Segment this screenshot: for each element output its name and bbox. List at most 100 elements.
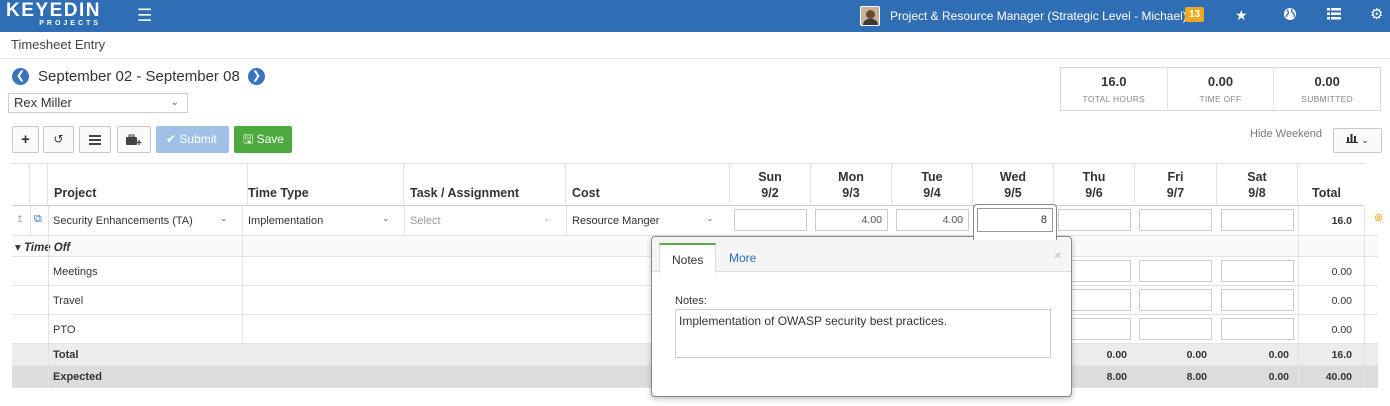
header-day-tue: Tue 9/4 bbox=[892, 163, 973, 206]
task-select[interactable]: Select bbox=[410, 215, 441, 227]
notes-popup: Notes More ✕ Notes: Implementation of OW… bbox=[651, 236, 1072, 397]
total-fri: 0.00 bbox=[1186, 349, 1207, 361]
header-cost[interactable]: Cost bbox=[566, 163, 730, 206]
chevron-down-icon: ⌄ bbox=[1361, 135, 1369, 145]
hours-input-sat[interactable] bbox=[1221, 209, 1294, 231]
hours-input-fri[interactable] bbox=[1139, 209, 1212, 231]
header-day-sun: Sun 9/2 bbox=[730, 163, 811, 206]
chevron-down-icon[interactable]: ⌄ bbox=[220, 213, 228, 224]
divider bbox=[242, 206, 243, 344]
header-project[interactable]: Project bbox=[48, 163, 248, 206]
day-date: 9/5 bbox=[1004, 186, 1022, 200]
divider bbox=[30, 206, 31, 236]
hours-input-sun[interactable] bbox=[734, 209, 807, 231]
chevron-down-icon: ⌄ bbox=[170, 97, 179, 108]
day-name: Fri bbox=[1167, 170, 1184, 184]
popup-tab-bar: Notes More ✕ bbox=[652, 237, 1071, 273]
header-total: Total bbox=[1298, 163, 1364, 206]
header-task[interactable]: Task / Assignment bbox=[404, 163, 566, 206]
tab-notes[interactable]: Notes bbox=[659, 243, 717, 273]
header-label: Project bbox=[54, 186, 97, 200]
expected-overall: 40.00 bbox=[1325, 371, 1352, 383]
undo-button[interactable]: ↺ bbox=[43, 126, 74, 153]
time-off-name: Travel bbox=[53, 295, 84, 307]
hours-input-fri[interactable] bbox=[1139, 318, 1212, 340]
total-sat: 0.00 bbox=[1268, 349, 1289, 361]
expected-fri: 8.00 bbox=[1186, 371, 1207, 383]
hours-input-sat[interactable] bbox=[1221, 289, 1294, 311]
save-icon: 🖫 bbox=[243, 132, 254, 146]
hours-input-fri[interactable] bbox=[1139, 260, 1212, 282]
day-date: 9/4 bbox=[923, 186, 941, 200]
summary-submitted: 0.00 SUBMITTED bbox=[1274, 68, 1380, 110]
hours-input-tue[interactable]: 4.00 bbox=[896, 209, 969, 231]
hours-input-wed[interactable]: 8 bbox=[977, 208, 1053, 232]
add-row-button[interactable]: + bbox=[12, 126, 39, 153]
day-name: Sat bbox=[1247, 170, 1267, 184]
avatar[interactable] bbox=[860, 6, 880, 26]
save-button[interactable]: 🖫 Save bbox=[234, 126, 292, 153]
divider bbox=[404, 206, 405, 236]
row-total: 16.0 bbox=[1331, 215, 1352, 227]
menu-icon[interactable]: ☰ bbox=[137, 7, 152, 24]
star-icon[interactable]: ★ bbox=[1235, 7, 1248, 23]
notes-label: Notes: bbox=[675, 295, 707, 307]
header-label: Cost bbox=[572, 186, 600, 200]
project-select[interactable]: Security Enhancements (TA) bbox=[53, 215, 193, 227]
summary-value: 0.00 bbox=[1207, 74, 1234, 89]
remove-row-icon[interactable]: ⊗ bbox=[1374, 211, 1383, 224]
timesheet-summary: 16.0 TOTAL HOURS 0.00 TIME OFF 0.00 SUBM… bbox=[1060, 67, 1381, 111]
day-date: 9/3 bbox=[842, 186, 860, 200]
person-select-value: Rex Miller bbox=[14, 95, 72, 110]
gear-icon[interactable]: ⚙ bbox=[1370, 7, 1383, 23]
cost-select[interactable]: Resource Manger bbox=[572, 215, 659, 227]
notes-textarea[interactable]: Implementation of OWASP security best pr… bbox=[675, 309, 1051, 358]
hours-input-sat[interactable] bbox=[1221, 318, 1294, 340]
summary-time-off: 0.00 TIME OFF bbox=[1168, 68, 1275, 110]
summary-label: SUBMITTED bbox=[1301, 94, 1354, 104]
save-label: Save bbox=[256, 132, 284, 146]
list-icon[interactable] bbox=[1327, 7, 1341, 23]
chevron-down-icon[interactable]: ⌄ bbox=[706, 213, 714, 224]
divider bbox=[1298, 206, 1299, 388]
notification-badge[interactable]: 13 bbox=[1185, 7, 1205, 22]
chevron-down-icon[interactable]: ⌄ bbox=[382, 213, 390, 224]
day-date: 9/8 bbox=[1248, 186, 1266, 200]
hours-input-sat[interactable] bbox=[1221, 260, 1294, 282]
tab-more[interactable]: More bbox=[717, 243, 768, 273]
header-day-mon: Mon 9/3 bbox=[811, 163, 892, 206]
header-label: Time Type bbox=[248, 186, 309, 200]
submit-button[interactable]: ✔ Submit bbox=[156, 126, 229, 153]
hide-weekend-link[interactable]: Hide Weekend bbox=[1250, 128, 1322, 140]
chart-dropdown-button[interactable]: ⌄ bbox=[1333, 128, 1382, 153]
copy-icon[interactable]: ⧉ bbox=[34, 213, 42, 226]
chevron-down-icon[interactable]: ⌄ bbox=[543, 213, 551, 224]
summary-label: TIME OFF bbox=[1199, 94, 1242, 104]
row-total: 0.00 bbox=[1331, 266, 1352, 278]
day-date: 9/7 bbox=[1166, 186, 1185, 200]
previous-week-icon[interactable]: ❮ bbox=[12, 68, 29, 85]
divider bbox=[1364, 206, 1365, 388]
user-role[interactable]: Project & Resource Manager (Strategic Le… bbox=[890, 9, 1187, 23]
header-time-type[interactable]: Time Type bbox=[242, 163, 404, 206]
globe-icon[interactable] bbox=[1283, 7, 1297, 24]
day-date: 9/2 bbox=[761, 186, 779, 200]
logo-sub: PROJECTS bbox=[39, 20, 101, 27]
pin-icon[interactable]: ↥ bbox=[16, 214, 24, 225]
person-select[interactable]: Rex Miller ⌄ bbox=[8, 93, 188, 113]
hours-input-mon[interactable]: 4.00 bbox=[815, 209, 888, 231]
add-assignment-button[interactable] bbox=[117, 126, 151, 153]
summary-value: 0.00 bbox=[1314, 74, 1340, 89]
day-name: Wed bbox=[999, 170, 1027, 184]
notes-button[interactable] bbox=[79, 126, 111, 153]
close-icon[interactable]: ✕ bbox=[1054, 251, 1062, 262]
hours-input-fri[interactable] bbox=[1139, 289, 1212, 311]
hours-input-thu[interactable] bbox=[1058, 209, 1131, 231]
keyedin-logo[interactable]: KEYEDIN PROJECTS bbox=[6, 1, 101, 28]
header-label: Total bbox=[1312, 186, 1341, 200]
row-total: 0.00 bbox=[1331, 324, 1352, 336]
next-week-icon[interactable]: ❯ bbox=[248, 68, 265, 85]
time-type-select[interactable]: Implementation bbox=[248, 215, 323, 227]
bar-chart-icon bbox=[1346, 134, 1359, 143]
divider bbox=[566, 206, 567, 236]
